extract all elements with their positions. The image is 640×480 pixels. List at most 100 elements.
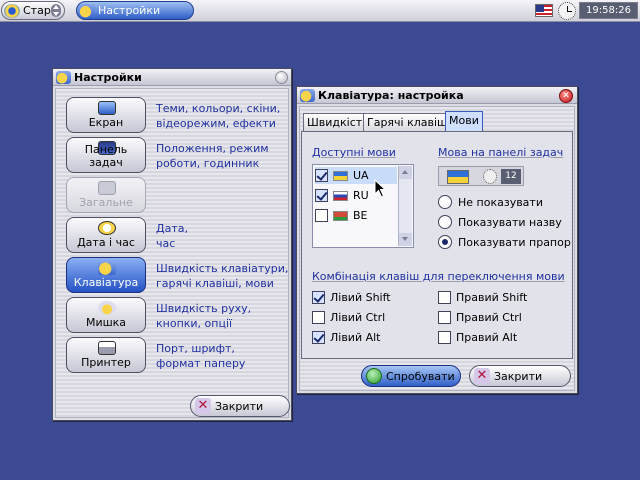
checkbox-label: Правий Alt (456, 330, 518, 344)
category-label: Принтер (81, 356, 131, 369)
settings-body: Екран Теми, кольори, скіни, відеорежим, е… (55, 88, 290, 418)
mouse-icon (98, 301, 116, 315)
category-taskbar-desc: Положення, режим роботи, годинник (156, 142, 269, 170)
category-label: Екран (88, 116, 124, 129)
keyboard-layout-flag-icon[interactable] (535, 4, 553, 17)
window-title: Клавіатура: настройка (318, 88, 464, 102)
tab-hotkeys[interactable]: Гарячі клавіші (363, 113, 455, 131)
settings-close-button[interactable]: ✕ Закрити (190, 395, 290, 417)
general-icon (98, 181, 116, 195)
ukraine-flag-icon (333, 170, 348, 181)
close-x-icon: ✕ (474, 368, 490, 384)
languages-panel: Доступні мови UA RU BE Мова на панелі за… (301, 131, 573, 359)
scroll-up-icon[interactable] (399, 166, 412, 179)
language-list[interactable]: UA RU BE (312, 164, 414, 248)
category-datetime-button[interactable]: Дата і час (66, 217, 146, 253)
window-title: Настройки (74, 70, 142, 84)
checkbox[interactable] (312, 330, 325, 344)
window-close-icon[interactable] (275, 71, 288, 84)
settings-hand-icon (56, 70, 71, 84)
tab-languages[interactable]: Мови (445, 111, 483, 131)
checkbox[interactable] (438, 330, 451, 344)
category-mouse-button[interactable]: Мишка (66, 297, 146, 333)
radio-button[interactable] (438, 235, 452, 249)
mouse-cursor-icon (374, 179, 387, 198)
language-checkbox[interactable] (315, 169, 328, 182)
ukraine-flag-icon (447, 170, 469, 184)
keyboard-settings-window: Клавіатура: настройка ✕ Швидкість Гарячі… (296, 86, 578, 394)
start-button[interactable]: Старт (1, 1, 65, 20)
radio-button[interactable] (438, 195, 452, 209)
category-label: Мишка (85, 316, 127, 329)
close-label: Закрити (215, 399, 264, 413)
radio-label: Не показувати (458, 195, 543, 209)
taskbar-language-title: Мова на панелі задач (438, 146, 564, 159)
left-shift-option[interactable]: Лівий Shift (312, 289, 391, 305)
taskbar-item-label: Настройки (98, 4, 161, 17)
belarus-flag-icon (333, 210, 348, 221)
category-taskbar-button[interactable]: Панель задач (66, 137, 146, 173)
language-checkbox[interactable] (315, 189, 328, 202)
clock-icon (483, 169, 497, 184)
clock-icon[interactable] (558, 2, 576, 20)
close-x-icon: ✕ (195, 398, 211, 414)
try-button[interactable]: Спробувати (361, 365, 461, 387)
start-logo-icon (4, 3, 20, 18)
category-general-button: Загальне (66, 177, 146, 213)
window-close-icon[interactable]: ✕ (559, 89, 573, 103)
indicator-preview: 12 (438, 166, 524, 186)
printer-icon (98, 341, 116, 355)
list-scrollbar[interactable] (398, 166, 412, 246)
right-alt-option[interactable]: Правий Alt (438, 329, 517, 345)
scroll-down-icon[interactable] (399, 233, 412, 246)
clock[interactable]: 19:58:26 (579, 2, 638, 19)
language-checkbox[interactable] (315, 209, 328, 222)
close-label: Закрити (494, 369, 543, 383)
category-label: Клавіатура (73, 276, 139, 289)
try-icon (366, 368, 382, 384)
checkbox[interactable] (438, 290, 451, 304)
radio-show-name[interactable]: Показувати назву (438, 214, 562, 230)
radio-hide[interactable]: Не показувати (438, 194, 543, 210)
language-item-be[interactable]: BE (315, 207, 397, 224)
category-mouse-desc: Швидкість руху, кнопки, опції (156, 302, 252, 330)
category-screen-desc: Теми, кольори, скіни, відеорежим, ефекти (156, 102, 281, 130)
available-languages-title: Доступні мови (312, 146, 396, 159)
radio-button[interactable] (438, 215, 452, 229)
checkbox[interactable] (438, 310, 451, 324)
category-keyboard-button[interactable]: Клавіатура (66, 257, 146, 293)
language-code: BE (353, 209, 368, 222)
left-alt-option[interactable]: Лівий Alt (312, 329, 381, 345)
checkbox-label: Правий Ctrl (456, 310, 522, 324)
checkbox-label: Правий Shift (456, 290, 528, 304)
checkbox-label: Лівий Shift (330, 290, 391, 304)
category-screen-button[interactable]: Екран (66, 97, 146, 133)
keyboard-titlebar[interactable]: Клавіатура: настройка ✕ (297, 87, 577, 104)
checkbox-label: Лівий Ctrl (330, 310, 386, 324)
taskbar-item-settings[interactable]: Настройки (76, 1, 194, 20)
keyboard-close-button[interactable]: ✕ Закрити (469, 365, 571, 387)
left-ctrl-option[interactable]: Лівий Ctrl (312, 309, 385, 325)
category-datetime-desc: Дата, час (156, 222, 188, 250)
radio-show-flag[interactable]: Показувати прапор (438, 234, 571, 250)
checkbox[interactable] (312, 310, 325, 324)
settings-hand-icon (79, 3, 95, 18)
right-ctrl-option[interactable]: Правий Ctrl (438, 309, 522, 325)
category-label: Панель задач (84, 143, 128, 169)
category-printer-desc: Порт, шрифт, формат паперу (156, 342, 246, 370)
keyboard-hand-icon (300, 88, 315, 102)
checkbox[interactable] (312, 290, 325, 304)
preview-time: 12 (501, 169, 521, 184)
settings-titlebar[interactable]: Настройки (53, 69, 291, 86)
category-keyboard-desc: Швидкість клавіатури, гарячі клавіші, мов… (156, 262, 289, 290)
right-shift-option[interactable]: Правий Shift (438, 289, 527, 305)
monitor-icon (98, 101, 116, 115)
settings-window: Настройки Екран Теми, кольори, скіни, від… (52, 68, 292, 421)
radio-label: Показувати назву (458, 215, 562, 229)
scroll-arrows-icon[interactable] (51, 4, 61, 17)
taskbar: Старт Настройки 19:58:26 (0, 0, 640, 22)
category-printer-button[interactable]: Принтер (66, 337, 146, 373)
category-label: Загальне (79, 196, 133, 209)
language-code: RU (353, 189, 369, 202)
checkbox-label: Лівий Alt (330, 330, 381, 344)
